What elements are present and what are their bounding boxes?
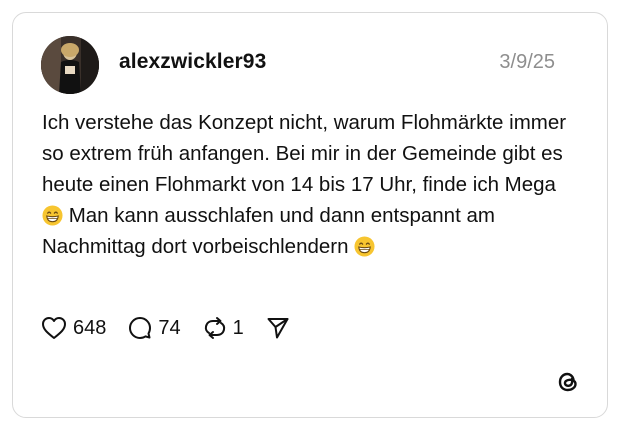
post-actions: 648 74 1	[41, 313, 312, 343]
post-card: alexzwickler93 3/9/25 Ich verstehe das K…	[12, 12, 608, 418]
heart-icon	[42, 317, 66, 339]
like-button[interactable]: 648	[41, 316, 106, 340]
username[interactable]: alexzwickler93	[119, 50, 266, 74]
avatar-photo	[41, 36, 99, 94]
share-icon	[267, 318, 289, 339]
post-text-part-1: Ich verstehe das Konzept nicht, warum Fl…	[42, 111, 567, 196]
post-date: 3/9/25	[499, 51, 555, 73]
comment-icon	[129, 317, 152, 339]
threads-logo-icon[interactable]	[555, 369, 581, 395]
reply-button[interactable]: 74	[128, 316, 181, 340]
post-text-part-2: Man kann ausschlafen und dann entspannt …	[42, 204, 495, 258]
grinning-emoji-icon	[354, 236, 375, 257]
share-button[interactable]	[266, 316, 290, 340]
reply-count: 74	[158, 316, 181, 339]
like-count: 648	[73, 316, 107, 339]
repost-count: 1	[232, 316, 244, 339]
avatar[interactable]	[41, 36, 99, 94]
grinning-emoji-icon	[42, 205, 63, 226]
post-text: Ich verstehe das Konzept nicht, warum Fl…	[42, 107, 582, 262]
repost-button[interactable]: 1	[203, 316, 244, 340]
repost-icon	[204, 317, 225, 339]
